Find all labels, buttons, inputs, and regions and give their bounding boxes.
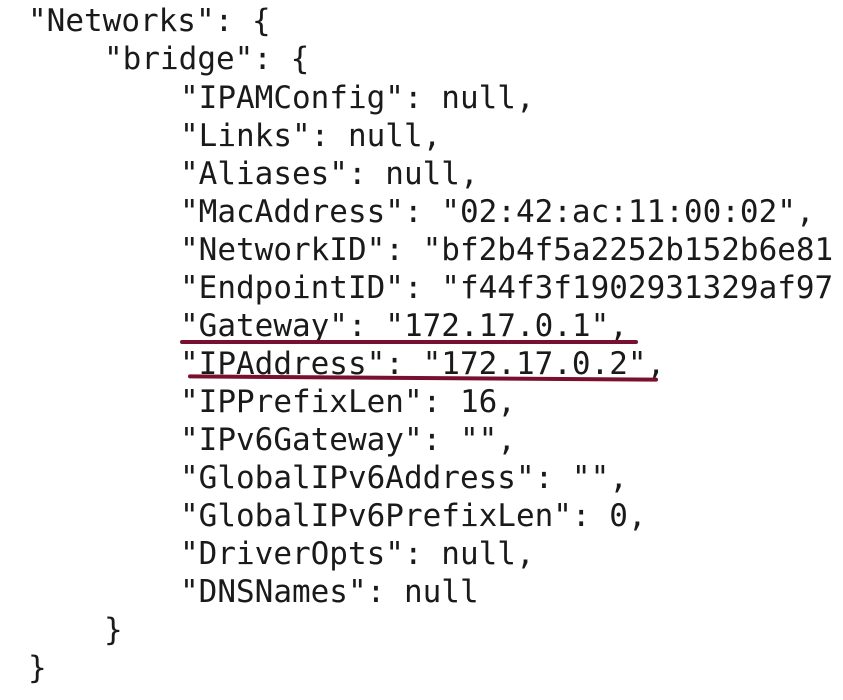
code-line-close-bridge: }: [104, 612, 123, 648]
code-line-dnsnames: "DNSNames": null: [180, 574, 479, 610]
json-code-view: "Networks": { "bridge": { "IPAMConfig": …: [0, 0, 843, 700]
code-line-close-networks: }: [28, 650, 47, 686]
code-line-ipv6gateway: "IPv6Gateway": "",: [180, 422, 516, 458]
code-line-driveropts: "DriverOpts": null,: [180, 536, 535, 572]
code-line-aliases: "Aliases": null,: [180, 156, 479, 192]
code-line-ipprefixlen: "IPPrefixLen": 16,: [180, 384, 516, 420]
code-line-links: "Links": null,: [180, 118, 442, 154]
code-line-bridge: "bridge": {: [104, 41, 310, 77]
code-line-networks: "Networks": {: [28, 3, 271, 39]
code-line-globalipv6address: "GlobalIPv6Address": "",: [180, 460, 628, 496]
code-line-globalipv6prefixlen: "GlobalIPv6PrefixLen": 0,: [180, 498, 647, 534]
code-line-networkid: "NetworkID": "bf2b4f5a2252b152b6e81: [180, 232, 834, 268]
code-line-ipamconfig: "IPAMConfig": null,: [180, 80, 535, 116]
gateway-underline: [180, 340, 638, 344]
code-line-macaddress: "MacAddress": "02:42:ac:11:00:02",: [180, 194, 815, 230]
code-line-endpointid: "EndpointID": "f44f3f1902931329af97: [180, 270, 834, 306]
